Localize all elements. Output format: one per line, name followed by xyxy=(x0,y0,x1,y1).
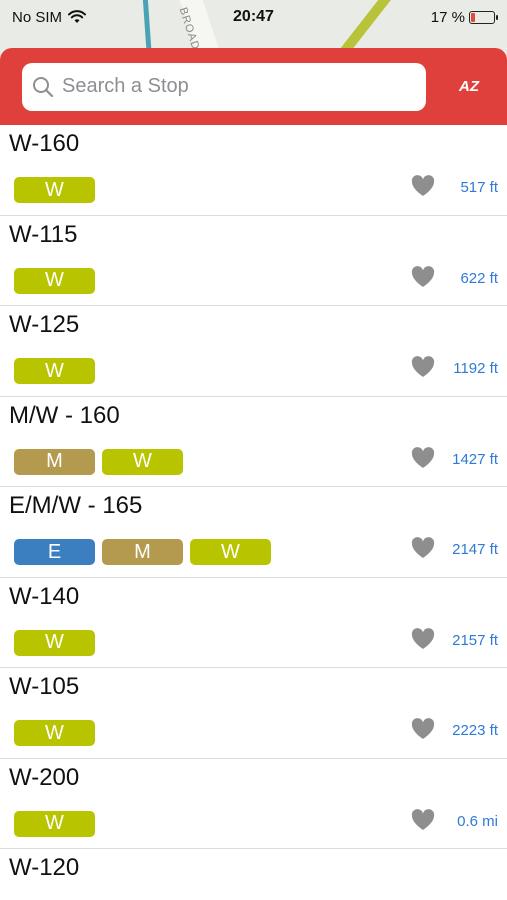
favorite-heart-icon[interactable] xyxy=(410,808,436,832)
stop-list: W-160 W 517 ft W-115 W 622 ft W-125 W 1192 ft M/W… xyxy=(0,125,507,900)
status-left: No SIM xyxy=(12,9,182,26)
stops-sheet: AZ W-160 W 517 ft W-115 W 622 ft W-125 W 1192 ft… xyxy=(0,48,507,900)
line-badges: W xyxy=(14,810,95,837)
stop-row[interactable]: E/M/W - 165 E M W 2147 ft xyxy=(0,487,507,578)
stop-name: M/W - 160 xyxy=(9,401,120,429)
stop-name: W-120 xyxy=(9,854,80,881)
stop-distance: 2223 ft xyxy=(452,722,498,739)
stop-name: W-125 xyxy=(9,311,80,338)
stop-row[interactable]: W-200 W 0.6 mi xyxy=(0,759,507,849)
stop-name: W-105 xyxy=(9,673,80,700)
stop-row[interactable]: W-125 W 1192 ft xyxy=(0,306,507,397)
favorite-heart-icon[interactable] xyxy=(410,174,436,198)
line-badge-w: W xyxy=(14,629,95,656)
line-badges: W xyxy=(14,177,95,203)
sort-az-button[interactable]: AZ xyxy=(449,67,489,107)
battery-icon xyxy=(469,10,498,24)
line-badges: W xyxy=(14,720,95,746)
favorite-heart-icon[interactable] xyxy=(410,717,436,741)
stop-name: W-200 xyxy=(9,763,80,791)
stop-row[interactable]: W-105 W 2223 ft xyxy=(0,668,507,759)
wifi-icon xyxy=(68,10,87,23)
favorite-heart-icon[interactable] xyxy=(410,536,436,560)
stop-distance: 622 ft xyxy=(460,269,498,287)
stop-name: E/M/W - 165 xyxy=(9,492,143,519)
clock: 20:47 xyxy=(233,8,274,25)
stop-distance: 517 ft xyxy=(460,179,498,196)
stop-name: W-140 xyxy=(9,582,80,610)
line-badge-w: W xyxy=(14,177,95,203)
favorite-heart-icon[interactable] xyxy=(410,446,436,470)
stop-row[interactable]: W-115 W 622 ft xyxy=(0,216,507,306)
carrier-label: No SIM xyxy=(12,8,63,26)
line-badges: W xyxy=(14,629,95,656)
favorite-heart-icon[interactable] xyxy=(410,355,436,379)
line-badges: W xyxy=(14,358,95,384)
favorite-heart-icon[interactable] xyxy=(410,627,436,651)
stop-row[interactable]: W-120 xyxy=(0,849,507,900)
stop-name: W-160 xyxy=(9,130,80,157)
sort-az-label: AZ xyxy=(459,78,479,95)
battery-percent: 17 % xyxy=(430,8,465,26)
line-badge-m: M xyxy=(102,539,183,565)
search-header: AZ xyxy=(0,48,507,125)
line-badges: EMW xyxy=(14,539,271,565)
stop-distance: 1192 ft xyxy=(453,360,498,377)
status-right: 17 % xyxy=(325,8,498,26)
stop-distance: 2157 ft xyxy=(452,631,498,649)
stop-distance: 1427 ft xyxy=(452,450,498,468)
stop-row[interactable]: M/W - 160 M W 1427 ft xyxy=(0,397,507,487)
stop-row[interactable]: W-140 W 2157 ft xyxy=(0,578,507,668)
line-badge-w: W xyxy=(190,539,271,565)
status-bar: No SIM 20:47 17 % xyxy=(0,0,507,34)
battery-level xyxy=(471,12,475,22)
line-badges: W xyxy=(14,267,95,294)
line-badge-w: W xyxy=(14,720,95,746)
search-input[interactable] xyxy=(62,75,426,98)
search-icon xyxy=(33,76,54,97)
stop-row[interactable]: W-160 W 517 ft xyxy=(0,125,507,216)
favorite-heart-icon[interactable] xyxy=(410,265,436,289)
stop-distance: 2147 ft xyxy=(452,541,498,558)
line-badge-m: M xyxy=(14,448,95,475)
line-badge-w: W xyxy=(102,448,183,475)
search-box[interactable] xyxy=(22,62,426,111)
line-badge-w: W xyxy=(14,358,95,384)
stop-distance: 0.6 mi xyxy=(457,812,498,830)
line-badge-e: E xyxy=(14,539,95,565)
line-badge-w: W xyxy=(14,267,95,294)
line-badges: MW xyxy=(14,448,183,475)
line-badge-w: W xyxy=(14,810,95,837)
stop-name: W-115 xyxy=(9,220,78,248)
